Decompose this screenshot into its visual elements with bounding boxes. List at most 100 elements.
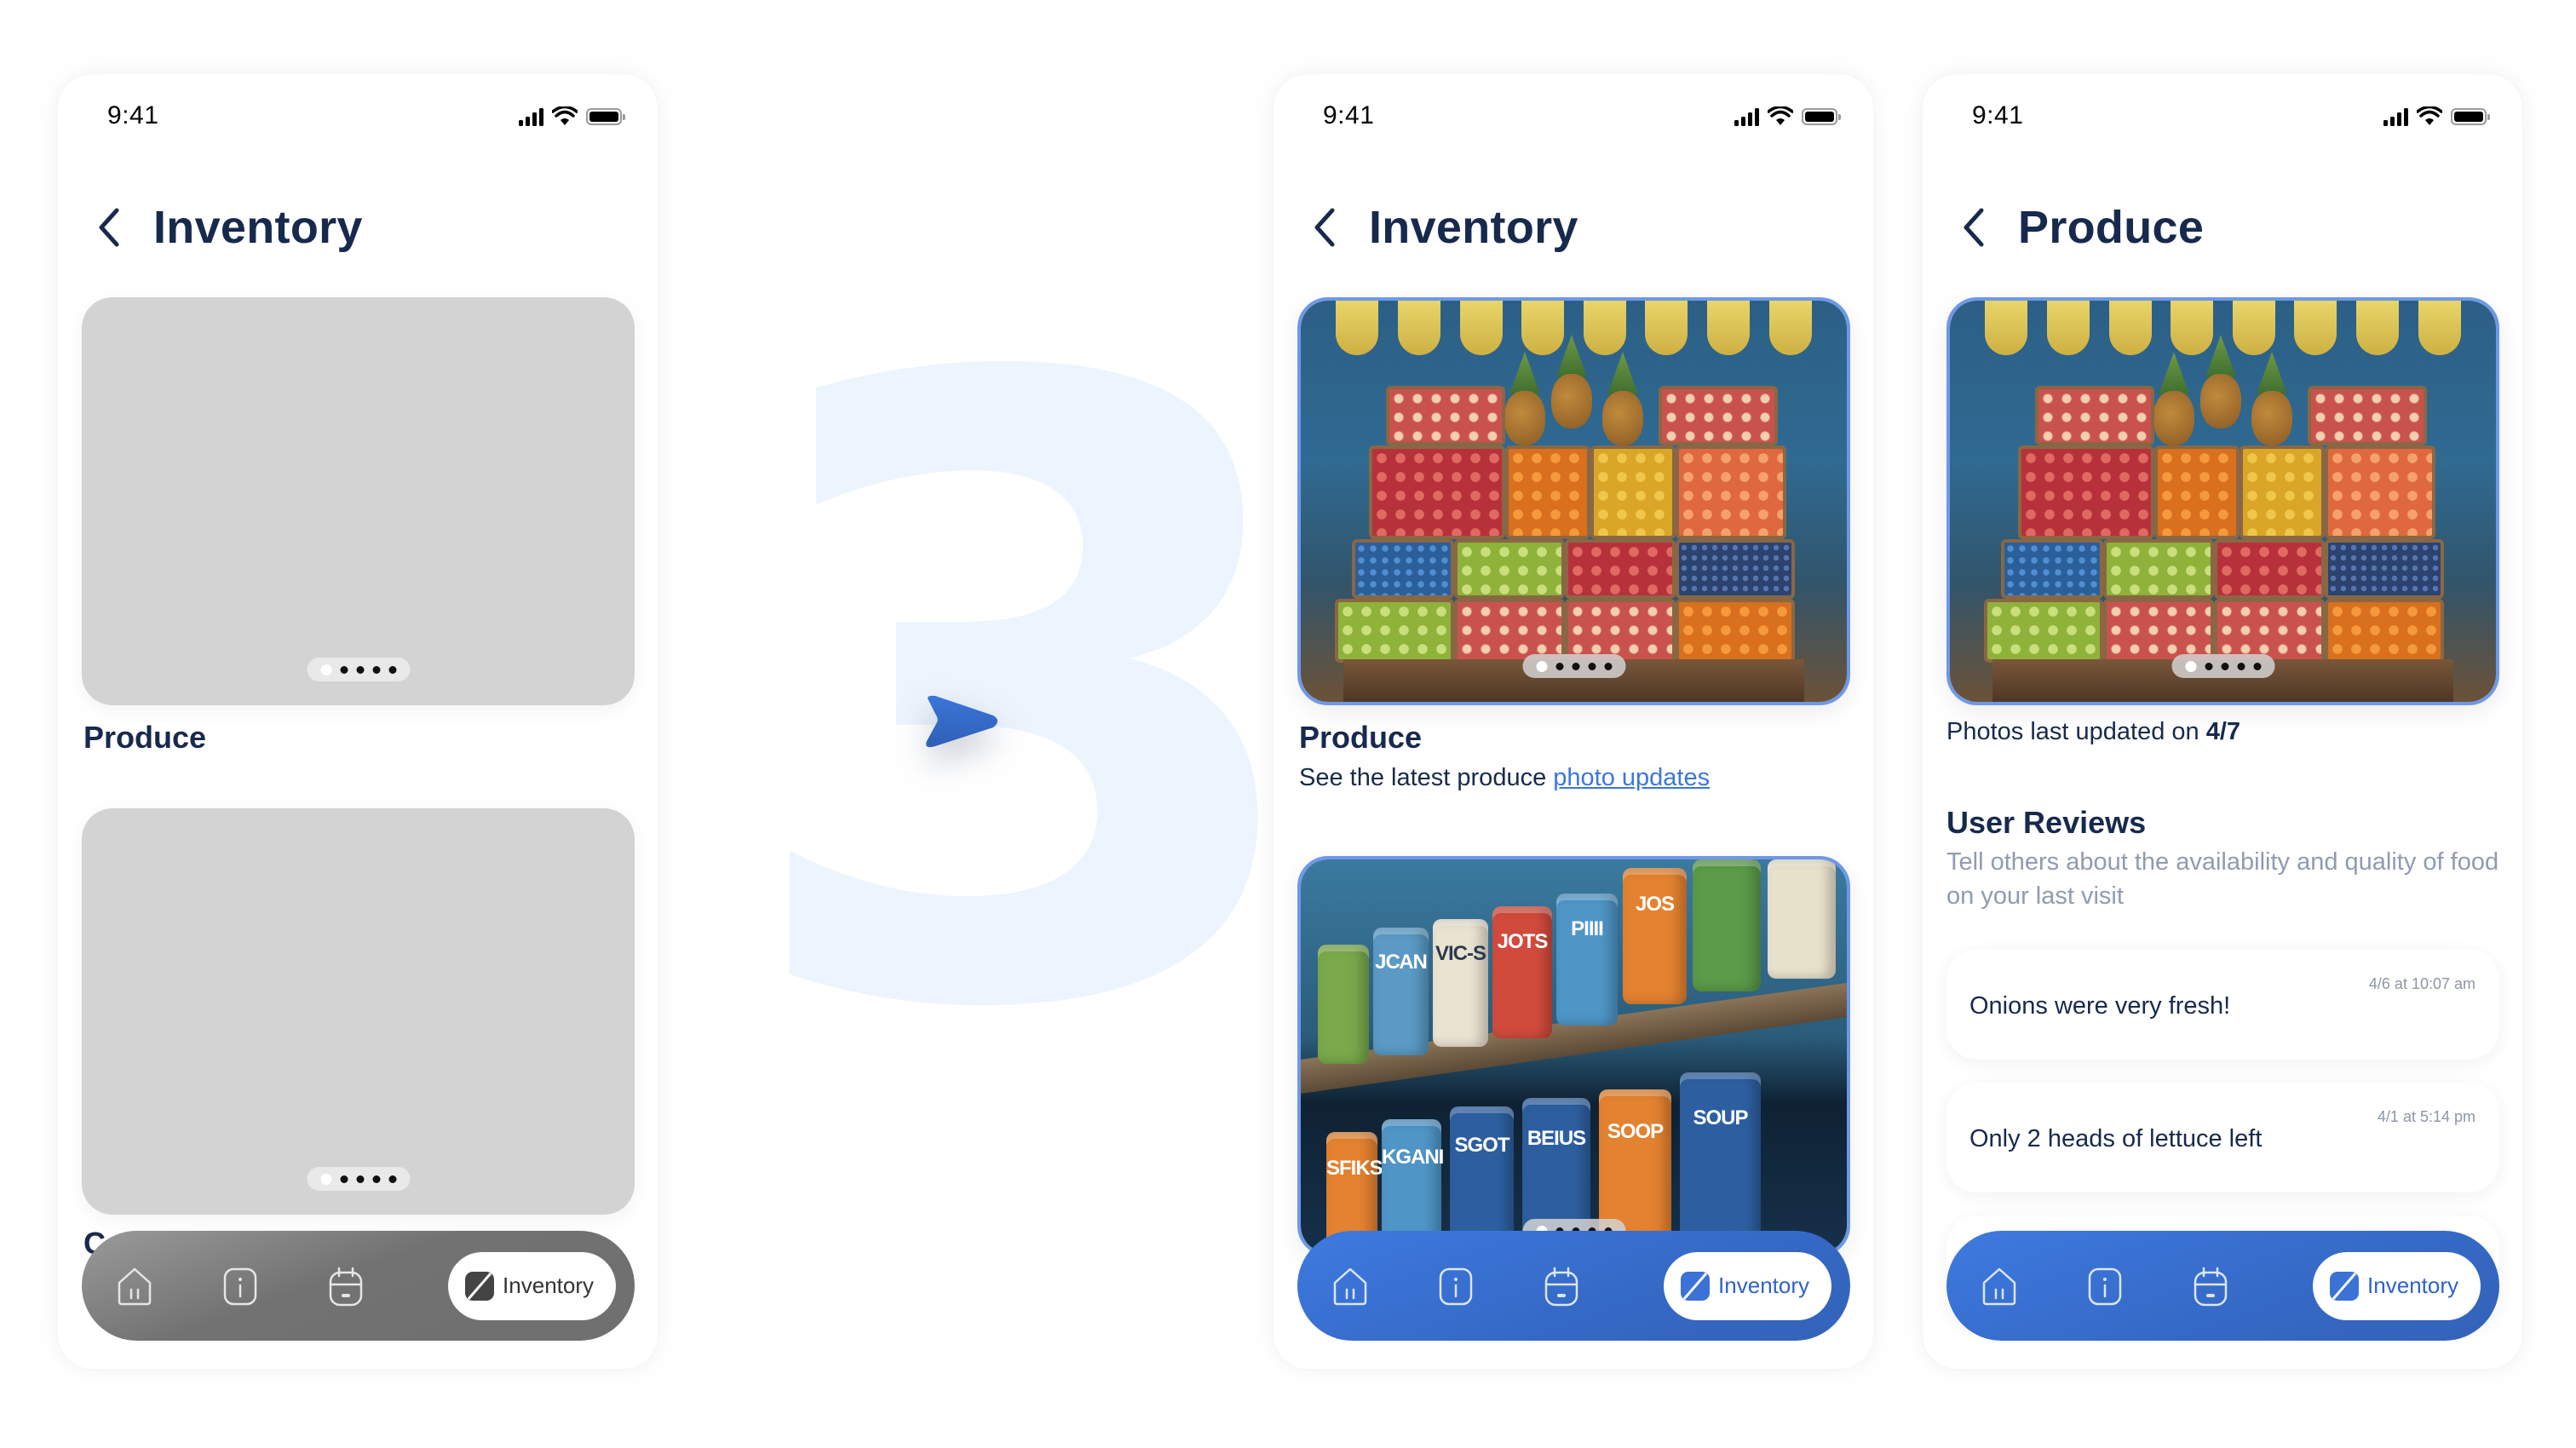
bottom-nav-bar: Inventory: [1297, 1231, 1850, 1341]
status-bar: 9:41: [58, 100, 658, 137]
category-image-placeholder[interactable]: [82, 297, 635, 705]
fruit-market-stand-photo: [1301, 301, 1847, 702]
reviews-section-description: Tell others about the availability and q…: [1946, 848, 2499, 910]
review-card[interactable]: Only 2 heads of lettuce left 4/1 at 5:14…: [1946, 1083, 2499, 1192]
can-label: KGANI: [1382, 1145, 1444, 1169]
can-label: SOOP: [1607, 1120, 1664, 1143]
carousel-indicator[interactable]: [2171, 654, 2274, 678]
battery-icon: [586, 108, 625, 125]
calendar-icon: [1544, 1267, 1578, 1306]
calendar-icon: [329, 1267, 363, 1306]
status-time: 9:41: [107, 101, 159, 129]
carousel-dot-active[interactable]: [320, 1173, 331, 1185]
status-icons: [1734, 106, 1841, 127]
category-title[interactable]: Produce: [83, 720, 206, 756]
chevron-left-icon: [99, 208, 119, 247]
page-title: Inventory: [1369, 202, 1578, 253]
category-title[interactable]: Produce: [1299, 720, 1422, 756]
carousel-dot[interactable]: [1555, 662, 1563, 670]
can-label: VIC-S: [1435, 942, 1486, 965]
nav-inventory-label: Inventory: [1718, 1273, 1809, 1298]
page-title: Produce: [2018, 202, 2205, 253]
back-button[interactable]: [1948, 202, 1999, 253]
can-label: PIIII: [1571, 916, 1604, 940]
produce-photo-card[interactable]: [1297, 297, 1850, 705]
info-icon: [223, 1267, 257, 1305]
nav-info[interactable]: [2083, 1264, 2127, 1308]
nav-info[interactable]: [218, 1264, 262, 1308]
battery-icon: [1802, 108, 1841, 125]
nav-home[interactable]: [1977, 1264, 2021, 1308]
home-icon: [118, 1267, 152, 1305]
carousel-dot-active[interactable]: [320, 664, 331, 675]
page-title: Inventory: [153, 202, 363, 253]
calendar-icon: [2194, 1267, 2228, 1306]
status-time: 9:41: [1972, 101, 2024, 129]
canned-goods-shelf-photo: ЈСАN VIC-S JOTS PIIII JOS SFIKS KGANI SG…: [1301, 859, 1847, 1253]
reviews-section-title: User Reviews: [1946, 805, 2147, 840]
carousel-dot[interactable]: [372, 1175, 380, 1183]
status-icons: [2383, 106, 2490, 127]
nav-calendar[interactable]: [2188, 1264, 2233, 1308]
next-step-arrow-icon: [926, 695, 998, 748]
nav-inventory-active[interactable]: Inventory: [2313, 1251, 2481, 1320]
inventory-icon: [2330, 1271, 2360, 1301]
page-header: Inventory: [58, 193, 658, 261]
nav-home[interactable]: [1328, 1264, 1372, 1308]
cellular-signal-icon: [519, 107, 543, 126]
can-label: JOS: [1635, 892, 1675, 916]
bottom-nav-bar: Inventory: [1946, 1231, 2499, 1341]
carousel-dot-active[interactable]: [2185, 660, 2196, 672]
phone-screen-wireframe: 9:41 Inventory Produce C Inventory: [58, 74, 658, 1369]
battery-icon: [2451, 108, 2490, 125]
back-button[interactable]: [1299, 202, 1350, 253]
review-timestamp: 4/6 at 10:07 am: [2368, 975, 2475, 992]
carousel-dot-active[interactable]: [1536, 660, 1547, 672]
category-image-placeholder[interactable]: [82, 808, 635, 1215]
carousel-dot[interactable]: [2253, 662, 2261, 670]
nav-home[interactable]: [112, 1264, 157, 1308]
carousel-dot[interactable]: [340, 665, 348, 674]
carousel-indicator[interactable]: [307, 658, 410, 681]
nav-inventory-active[interactable]: Inventory: [1664, 1251, 1831, 1320]
carousel-dot[interactable]: [372, 665, 380, 674]
can-label: SFIKS: [1326, 1156, 1383, 1180]
carousel-dot[interactable]: [2205, 662, 2212, 670]
can-label: SOUP: [1693, 1106, 1748, 1129]
carousel-dot[interactable]: [2237, 662, 2245, 670]
carousel-dot[interactable]: [2221, 662, 2228, 670]
category-subtitle: See the latest produce photo updates: [1299, 764, 1710, 792]
carousel-dot[interactable]: [388, 1175, 396, 1183]
carousel-dot[interactable]: [1572, 662, 1579, 670]
nav-calendar[interactable]: [1539, 1264, 1584, 1308]
carousel-dot[interactable]: [1604, 662, 1612, 670]
review-card[interactable]: Onions were very fresh! 4/6 at 10:07 am: [1946, 950, 2499, 1060]
home-icon: [1982, 1267, 2016, 1305]
status-bar: 9:41: [1923, 100, 2522, 137]
can-label: ЈСАN: [1375, 951, 1428, 974]
fruit-market-stand-photo: [1950, 301, 2496, 702]
back-button[interactable]: [83, 202, 135, 253]
nav-info[interactable]: [1434, 1264, 1478, 1308]
inventory-icon: [1681, 1271, 1711, 1301]
carousel-dot[interactable]: [388, 665, 396, 674]
carousel-dot[interactable]: [356, 665, 364, 674]
produce-photo-carousel[interactable]: [1946, 297, 2499, 705]
subtitle-text: See the latest produce: [1299, 764, 1554, 791]
canned-goods-photo-card[interactable]: ЈСАN VIC-S JOTS PIIII JOS SFIKS KGANI SG…: [1297, 856, 1850, 1256]
photo-updates-link[interactable]: photo updates: [1553, 764, 1710, 791]
carousel-indicator[interactable]: [307, 1167, 410, 1191]
nav-inventory-active[interactable]: Inventory: [448, 1251, 616, 1320]
carousel-dot[interactable]: [356, 1175, 364, 1183]
carousel-dot[interactable]: [340, 1175, 348, 1183]
updated-prefix: Photos last updated on: [1946, 718, 2206, 745]
review-text: Onions were very fresh!: [1969, 992, 2231, 1020]
updated-date: 4/7: [2205, 718, 2241, 745]
carousel-dot[interactable]: [1588, 662, 1596, 670]
carousel-indicator[interactable]: [1522, 654, 1625, 678]
can-label: SGOT: [1454, 1134, 1509, 1158]
inventory-icon: [465, 1271, 495, 1301]
nav-calendar[interactable]: [324, 1264, 368, 1308]
can-label: BEIUS: [1527, 1127, 1586, 1151]
wifi-icon: [1768, 106, 1793, 125]
